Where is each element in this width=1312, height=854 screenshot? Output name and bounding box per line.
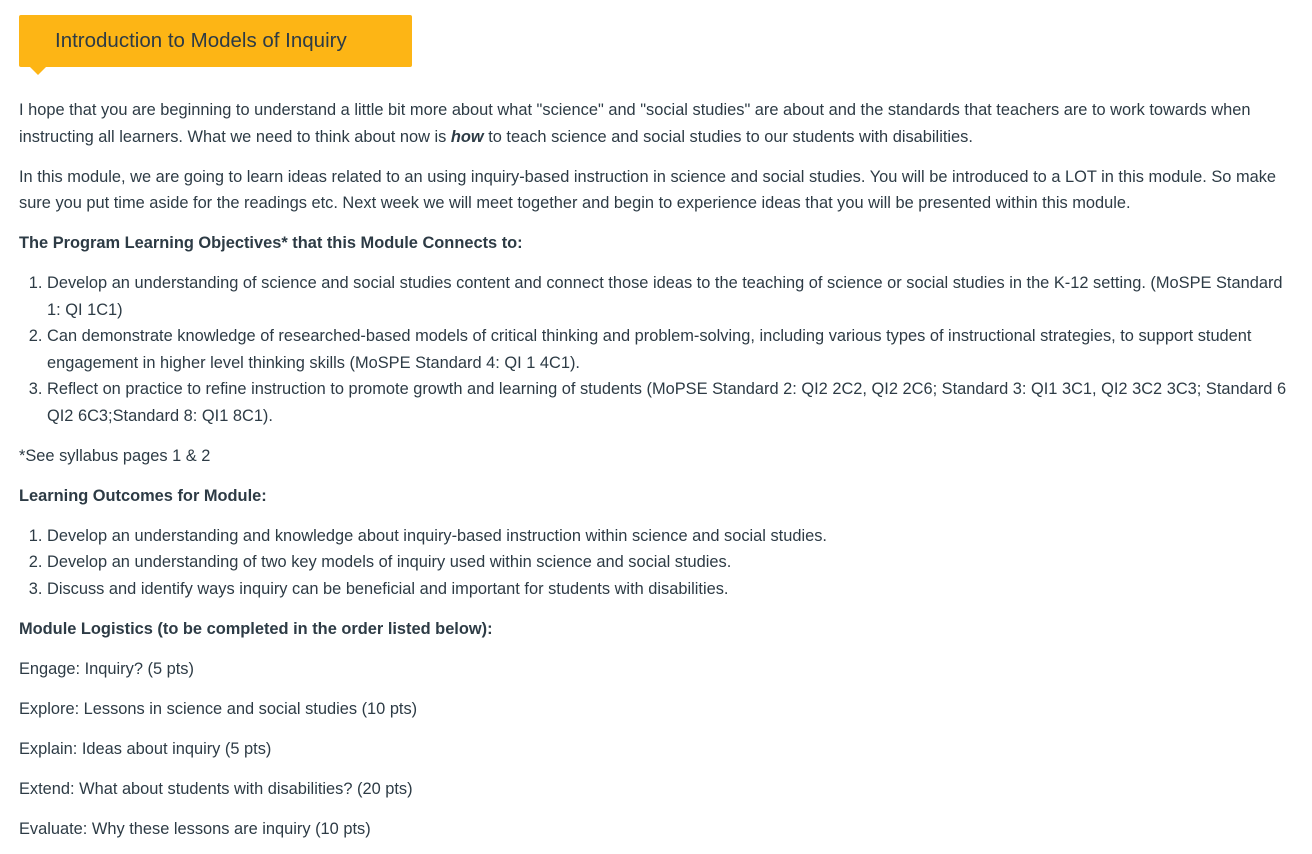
module-page: Introduction to Models of Inquiry I hope… xyxy=(0,0,1312,854)
outcomes-list: Develop an understanding and knowledge a… xyxy=(19,523,1298,603)
objectives-heading: The Program Learning Objectives* that th… xyxy=(19,230,1298,257)
logistics-item-evaluate: Evaluate: Why these lessons are inquiry … xyxy=(19,819,371,838)
logistics-item-engage: Engage: Inquiry? (5 pts) xyxy=(19,659,194,678)
list-item: Reflect on practice to refine instructio… xyxy=(47,376,1298,429)
intro-paragraph-2: In this module, we are going to learn id… xyxy=(19,167,1277,213)
objectives-heading-text: The Program Learning Objectives* that th… xyxy=(19,234,523,252)
list-item: Can demonstrate knowledge of researched-… xyxy=(47,323,1298,376)
intro-emphasis: how xyxy=(450,127,484,146)
logistics-item-explain: Explain: Ideas about inquiry (5 pts) xyxy=(19,739,272,758)
module-title-banner: Introduction to Models of Inquiry xyxy=(19,15,412,75)
intro-text-after: to teach science and social studies to o… xyxy=(483,127,973,146)
outcomes-heading-text: Learning Outcomes for Module: xyxy=(19,486,267,505)
intro-paragraph-1: I hope that you are beginning to underst… xyxy=(19,97,1298,150)
banner-pointer-icon xyxy=(30,67,46,75)
objectives-list: Develop an understanding of science and … xyxy=(19,270,1298,429)
logistics-item-extend: Extend: What about students with disabil… xyxy=(19,779,413,798)
logistics-heading: Module Logistics (to be completed in the… xyxy=(19,616,1298,643)
list-item: Develop an understanding of two key mode… xyxy=(47,549,1298,576)
objectives-footnote: *See syllabus pages 1 & 2 xyxy=(19,446,211,465)
outcomes-heading: Learning Outcomes for Module: xyxy=(19,483,1298,510)
list-item: Discuss and identify ways inquiry can be… xyxy=(47,576,1298,603)
list-item: Develop an understanding of science and … xyxy=(47,270,1298,323)
module-title: Introduction to Models of Inquiry xyxy=(55,29,347,52)
list-item: Develop an understanding and knowledge a… xyxy=(47,523,1298,550)
logistics-item-explore: Explore: Lessons in science and social s… xyxy=(19,699,418,718)
logistics-heading-text: Module Logistics (to be completed in the… xyxy=(19,619,493,638)
